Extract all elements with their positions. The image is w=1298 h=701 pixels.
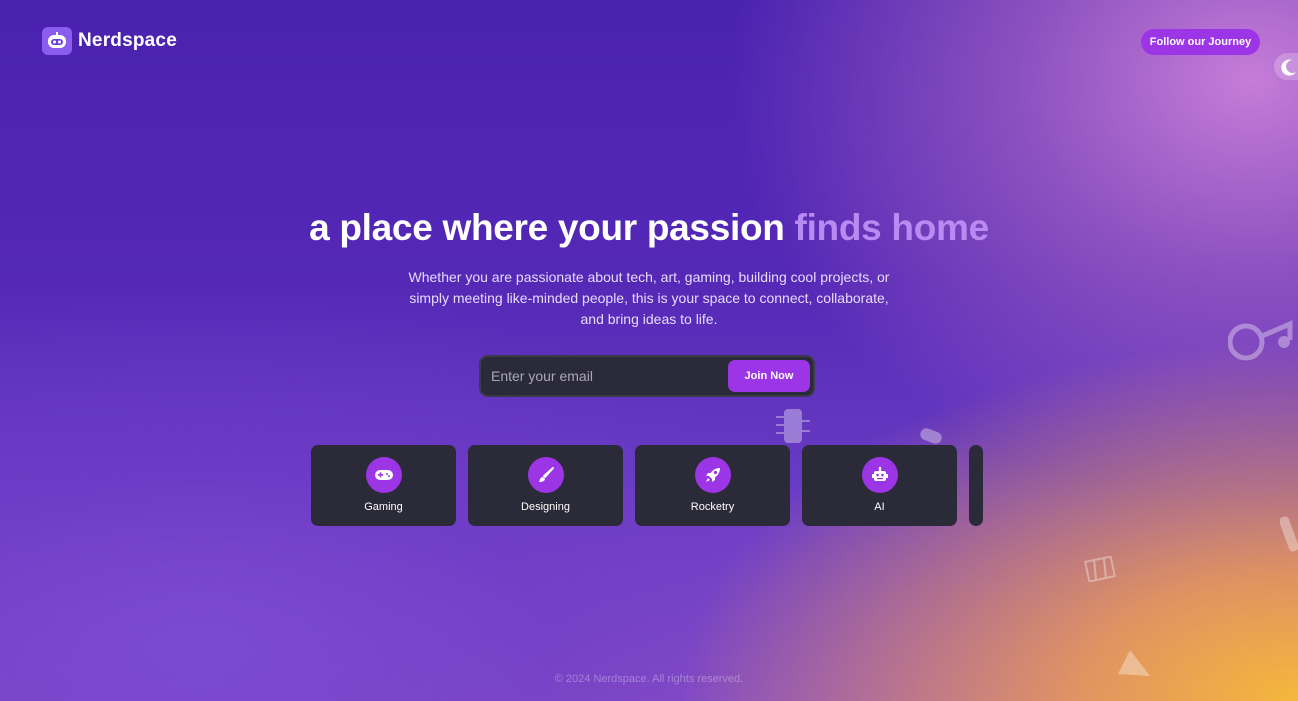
brand-name: Nerdspace	[78, 30, 177, 51]
hero-subtitle: Whether you are passionate about tech, a…	[408, 269, 890, 327]
category-label: Designing	[521, 501, 570, 513]
robot-face-icon	[42, 27, 72, 55]
rocket-icon	[694, 457, 731, 493]
category-card-designing[interactable]: Designing	[468, 445, 623, 526]
hero-title-accent: finds home	[794, 207, 990, 248]
music-note-icon	[1228, 320, 1293, 361]
category-label: Rocketry	[690, 501, 735, 513]
gamepad-icon	[365, 457, 402, 493]
category-card-partial[interactable]	[969, 445, 983, 526]
follow-journey-button[interactable]: Follow our Journey	[1141, 29, 1260, 55]
film-icon	[1084, 556, 1116, 582]
hero-title-main: a place where your passion	[309, 207, 785, 248]
brand[interactable]: Nerdspace	[42, 27, 177, 55]
theme-toggle[interactable]	[1274, 53, 1298, 80]
wrench-icon	[1280, 516, 1298, 552]
hero-title: a place where your passion finds home	[0, 207, 1298, 249]
guitar-icon	[776, 409, 810, 443]
paintbrush-icon	[527, 457, 564, 493]
small-gamepad-icon	[920, 428, 942, 444]
category-card-ai[interactable]: AI	[802, 445, 957, 526]
category-card-gaming[interactable]: Gaming	[311, 445, 456, 526]
category-label: Gaming	[364, 501, 403, 513]
email-signup-form: Join Now	[479, 355, 815, 397]
footer-copyright: © 2024 Nerdspace. All rights reserved.	[554, 673, 744, 685]
robot-icon	[861, 457, 898, 493]
category-card-rocketry[interactable]: Rocketry	[635, 445, 790, 526]
join-now-button[interactable]: Join Now	[728, 360, 810, 392]
moon-icon	[1281, 59, 1296, 76]
email-input[interactable]	[481, 367, 728, 385]
category-label: AI	[874, 501, 885, 513]
